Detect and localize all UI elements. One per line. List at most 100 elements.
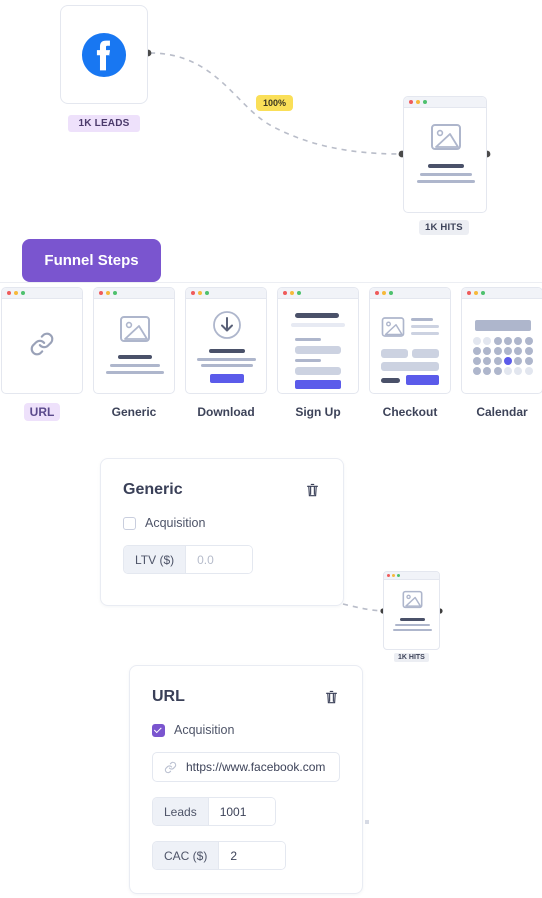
flow-canvas[interactable]: 1K LEADS 100% 1K HITS Funnel Steps URL G…	[0, 0, 542, 898]
funnel-step-generic-card[interactable]	[93, 287, 175, 394]
funnel-step-signup-card[interactable]	[277, 287, 359, 394]
facebook-icon	[81, 32, 127, 78]
mock-titlebar	[186, 288, 266, 299]
skeleton-field-label	[295, 338, 321, 342]
window-dot-yellow	[14, 291, 18, 295]
url-cac-field[interactable]: CAC ($) 2	[152, 841, 287, 870]
edge-generic-to-hits	[342, 603, 383, 612]
url-leads-field[interactable]: Leads 1001	[152, 797, 276, 826]
url-leads-input[interactable]: 1001	[208, 798, 275, 825]
funnel-step-checkout-card[interactable]	[369, 287, 451, 394]
funnel-step-url[interactable]: URL	[1, 287, 83, 421]
url-acquisition-checkbox[interactable]	[152, 723, 165, 737]
mock-titlebar	[2, 288, 82, 299]
url-step-panel[interactable]: URL Acquisition https://www.facebook.com…	[129, 665, 363, 894]
generic-panel-title: Generic	[123, 481, 183, 498]
url-panel-title: URL	[152, 688, 185, 705]
skeleton-line	[417, 180, 475, 183]
mock-content	[462, 299, 542, 393]
mock-titlebar	[278, 288, 358, 299]
skeleton-heading	[295, 313, 339, 318]
funnel-step-generic[interactable]: Generic	[93, 287, 175, 421]
url-address-input[interactable]: https://www.facebook.com	[186, 760, 325, 774]
funnel-steps-row[interactable]: URL Generic Download Sign Up Checkout Ca…	[1, 287, 542, 421]
skeleton-line	[291, 323, 345, 327]
skeleton-line	[201, 364, 253, 367]
mock-content	[384, 580, 439, 649]
window-dot-yellow	[198, 291, 202, 295]
funnel-step-download-card[interactable]	[185, 287, 267, 394]
skeleton-field-label	[295, 359, 321, 363]
funnel-step-download[interactable]: Download	[185, 287, 267, 421]
funnel-step-url-card[interactable]	[1, 287, 83, 394]
download-mock-button	[210, 374, 244, 383]
inline-hits-node-label: 1K HITS	[394, 653, 429, 662]
image-placeholder-icon	[119, 313, 151, 350]
window-dot-green	[389, 291, 393, 295]
skeleton-input	[381, 349, 408, 358]
source-node-card[interactable]	[60, 5, 148, 104]
skeleton-line	[411, 318, 433, 322]
skeleton-heading	[400, 618, 425, 621]
generic-acquisition-row[interactable]: Acquisition	[123, 516, 321, 530]
skeleton-input	[295, 367, 341, 375]
mock-titlebar	[370, 288, 450, 299]
window-dot-red	[283, 291, 287, 295]
generic-ltv-field[interactable]: LTV ($) 0.0	[123, 545, 254, 574]
url-panel-header: URL	[152, 688, 340, 706]
window-dot-red	[409, 100, 413, 104]
inline-hits-node-card[interactable]	[383, 571, 440, 650]
link-icon	[29, 331, 55, 362]
window-dot-green	[397, 574, 400, 577]
generic-ltv-input[interactable]: 0.0	[186, 546, 253, 573]
mock-titlebar	[404, 97, 486, 108]
skeleton-input	[295, 346, 341, 354]
skeleton-input	[412, 349, 439, 358]
funnel-step-generic-label: Generic	[111, 405, 157, 419]
funnel-step-calendar-label: Calendar	[476, 405, 528, 419]
window-dot-green	[21, 291, 25, 295]
window-dot-green	[113, 291, 117, 295]
canvas-marker	[365, 820, 369, 824]
source-node-label: 1K LEADS	[68, 115, 140, 132]
skeleton-line	[106, 371, 164, 374]
image-placeholder-icon	[402, 589, 423, 615]
skeleton-line	[110, 364, 160, 367]
link-icon	[164, 761, 177, 774]
window-dot-green	[423, 100, 427, 104]
mock-content	[2, 299, 82, 393]
funnel-step-checkout[interactable]: Checkout	[369, 287, 451, 421]
funnel-step-calendar-card[interactable]	[461, 287, 542, 394]
window-dot-red	[7, 291, 11, 295]
mock-titlebar	[462, 288, 542, 299]
funnel-steps-tab[interactable]: Funnel Steps	[22, 239, 161, 282]
funnel-steps-divider	[0, 282, 542, 283]
calendar-icon	[473, 337, 533, 375]
skeleton-total	[381, 378, 400, 383]
url-cac-input[interactable]: 2	[219, 842, 286, 869]
mock-titlebar	[94, 288, 174, 299]
funnel-step-calendar[interactable]: Calendar	[461, 287, 542, 421]
url-address-field[interactable]: https://www.facebook.com	[152, 752, 340, 782]
trash-icon[interactable]	[305, 482, 321, 498]
generic-step-panel[interactable]: Generic Acquisition LTV ($) 0.0	[100, 458, 344, 606]
generic-acquisition-checkbox[interactable]	[123, 516, 136, 530]
window-dot-yellow	[106, 291, 110, 295]
mock-content	[94, 299, 174, 393]
mock-content	[278, 299, 358, 393]
funnel-step-signup-label: Sign Up	[295, 405, 341, 419]
skeleton-input	[381, 362, 439, 371]
generic-acquisition-label: Acquisition	[145, 516, 206, 530]
skeleton-line	[411, 332, 439, 336]
funnel-step-checkout-label: Checkout	[382, 405, 438, 419]
skeleton-line	[393, 629, 432, 631]
destination-node-card[interactable]	[403, 96, 487, 213]
window-dot-yellow	[416, 100, 420, 104]
funnel-step-download-label: Download	[197, 405, 255, 419]
url-acquisition-row[interactable]: Acquisition	[152, 723, 340, 737]
calendar-header-bar	[475, 320, 531, 331]
skeleton-line	[395, 624, 430, 626]
trash-icon[interactable]	[324, 689, 340, 705]
funnel-step-signup[interactable]: Sign Up	[277, 287, 359, 421]
window-dot-green	[297, 291, 301, 295]
